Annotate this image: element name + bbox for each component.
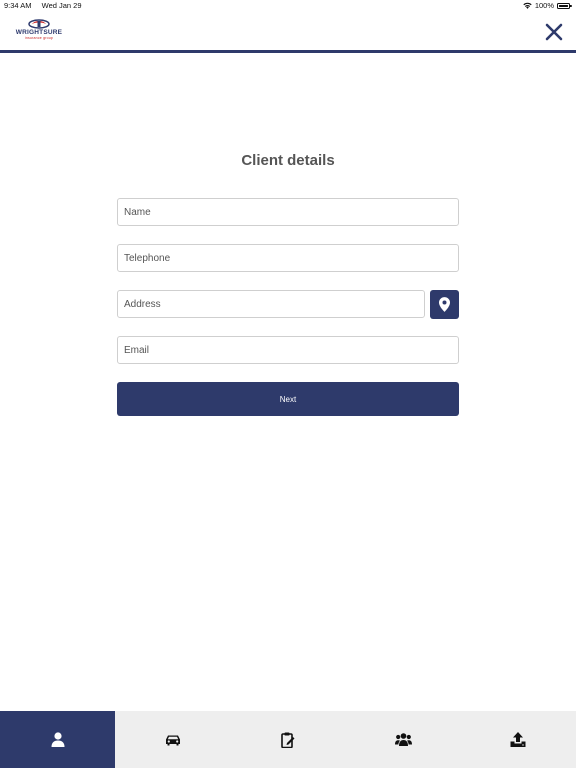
name-input[interactable]	[117, 198, 459, 226]
email-input[interactable]	[117, 336, 459, 364]
clipboard-edit-icon	[281, 732, 295, 748]
address-input[interactable]	[117, 290, 425, 318]
telephone-input[interactable]	[117, 244, 459, 272]
upload-icon	[510, 732, 526, 747]
page-title: Client details	[241, 152, 335, 169]
battery-percent: 100%	[534, 1, 554, 10]
wrightsure-logo: WRIGHTSURE insurance group	[13, 19, 65, 45]
status-right: 100%	[523, 1, 572, 10]
app-header: WRIGHTSURE insurance group	[0, 14, 576, 50]
tab-claim[interactable]	[230, 711, 345, 768]
locate-address-button[interactable]	[430, 290, 459, 319]
car-icon	[165, 735, 180, 745]
bottom-tab-bar	[0, 711, 576, 768]
tab-contacts[interactable]	[346, 711, 461, 768]
brand-tagline: insurance group	[24, 36, 54, 40]
users-icon	[394, 733, 412, 746]
tab-client[interactable]	[0, 711, 116, 768]
close-icon	[545, 23, 563, 41]
map-pin-icon	[439, 297, 450, 312]
user-icon	[51, 732, 65, 747]
wifi-icon	[523, 2, 532, 9]
status-left: 9:34 AM Wed Jan 29	[4, 1, 82, 10]
close-button[interactable]	[544, 22, 564, 42]
tab-vehicle[interactable]	[115, 711, 230, 768]
next-button[interactable]: Next	[117, 382, 459, 416]
logo-mark-icon	[28, 19, 50, 29]
tab-upload[interactable]	[461, 711, 576, 768]
brand-name: WRIGHTSURE	[15, 29, 63, 36]
status-date: Wed Jan 29	[41, 1, 82, 10]
status-time: 9:34 AM	[4, 1, 32, 10]
header-divider	[0, 50, 576, 53]
battery-icon	[557, 2, 572, 9]
status-bar: 9:34 AM Wed Jan 29 100%	[0, 0, 576, 12]
